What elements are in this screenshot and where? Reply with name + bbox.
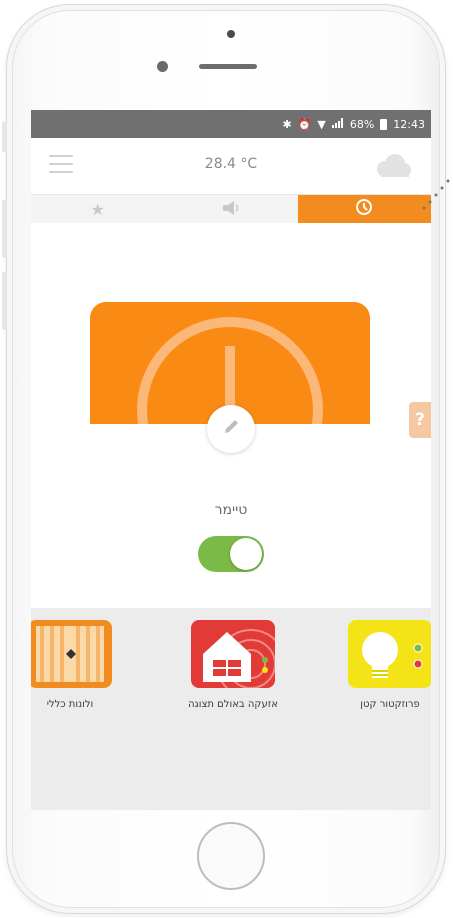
device-projector[interactable]: פרוזקטור קטן (335, 620, 431, 711)
volume-down-button (2, 272, 7, 330)
proximity-sensor (227, 30, 235, 38)
home-button[interactable] (197, 822, 265, 890)
mute-switch (2, 122, 7, 152)
bulb-icon (348, 620, 431, 688)
cloud-icon (371, 153, 413, 183)
status-time: 12:43 (393, 117, 425, 131)
help-button[interactable]: ? (409, 402, 431, 438)
speaker-icon (221, 200, 241, 219)
blinds-icon (31, 620, 112, 688)
pencil-icon (222, 418, 240, 440)
battery-icon (380, 118, 388, 130)
device-alarm[interactable]: אזעקה באולם תצוגה (178, 620, 288, 711)
battery-percent: 68% (349, 117, 375, 131)
star-icon: ★ (90, 199, 105, 219)
device-label: ולונות כללי (46, 699, 94, 710)
devices-strip: ולונות כללי אזעקה באולם תצוגה פרוזקטור ק… (31, 608, 431, 810)
earpiece-speaker (199, 64, 257, 69)
wifi-icon: ▼ (317, 117, 326, 131)
status-bar: ✱ ⏰ ▼ 68% 12:43 (31, 110, 431, 138)
alarm-icon: ⏰ (297, 117, 312, 131)
house-alarm-icon (191, 620, 275, 688)
edit-timer-button[interactable] (207, 405, 255, 453)
timer-label: טיימר (214, 502, 248, 518)
clock-icon (355, 198, 373, 220)
tab-favorites[interactable]: ★ (31, 195, 165, 223)
app-screen: ✱ ⏰ ▼ 68% 12:43 28.4 °C ★ ? טיימר ולונות… (31, 110, 431, 810)
toggle-knob (230, 538, 262, 570)
device-label: פרוזקטור קטן (360, 699, 420, 710)
signal-icon (331, 117, 344, 131)
app-header: 28.4 °C (31, 138, 431, 194)
volume-up-button (2, 200, 7, 258)
timer-toggle[interactable] (198, 536, 264, 572)
bluetooth-icon: ✱ (282, 117, 292, 131)
device-label: אזעקה באולם תצוגה (188, 699, 278, 710)
tab-devices[interactable] (164, 195, 298, 223)
tab-timer[interactable] (297, 195, 431, 223)
front-camera (157, 61, 168, 72)
callout-dots (422, 179, 450, 210)
device-blinds[interactable]: ולונות כללי (31, 620, 125, 711)
tab-bar: ★ (31, 194, 431, 223)
